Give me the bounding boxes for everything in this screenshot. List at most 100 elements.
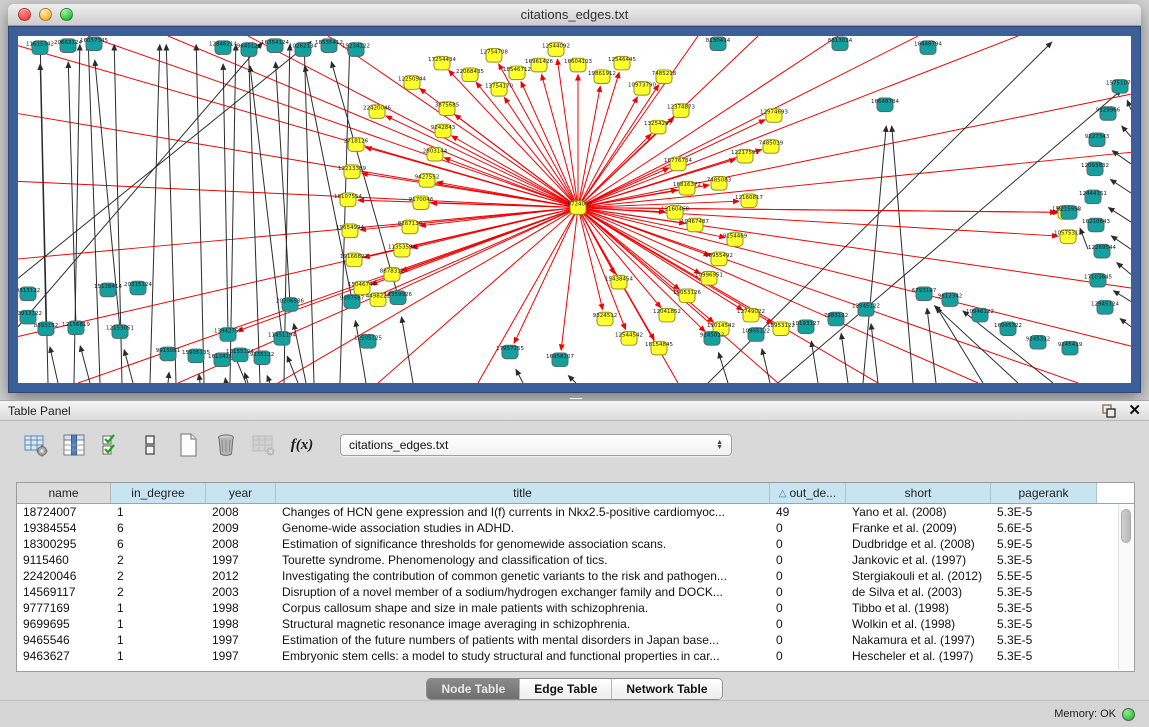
show-columns-button[interactable] <box>60 431 88 459</box>
network-node[interactable]: 17254434 <box>428 56 457 70</box>
network-node[interactable]: 8267130 <box>398 220 423 234</box>
network-node[interactable]: 12754708 <box>480 49 509 63</box>
network-node[interactable]: 15053126 <box>673 289 702 303</box>
table-row[interactable]: 946554611997Estimation of the future num… <box>17 632 1134 648</box>
network-node[interactable]: 9245012 <box>700 332 724 346</box>
network-node[interactable]: 12213389 <box>338 165 367 179</box>
network-node[interactable]: 12945122 <box>852 303 880 317</box>
column-header-name[interactable]: name <box>17 483 111 503</box>
network-node[interactable]: 9329966 <box>1096 107 1121 121</box>
network-node[interactable]: 16958107 <box>546 353 574 367</box>
network-node[interactable]: 16057345 <box>80 37 108 51</box>
network-node[interactable]: 7485039 <box>759 140 784 154</box>
network-node[interactable]: 12153051 <box>106 325 134 339</box>
network-node[interactable]: 15128414 <box>94 283 123 297</box>
table-row[interactable]: 946362711997Embryonic stem cells: a mode… <box>17 648 1134 664</box>
table-row[interactable]: 1456911722003Disruption of a novel membe… <box>17 584 1134 600</box>
network-node[interactable]: 12041852 <box>653 308 681 322</box>
network-node[interactable]: 12374873 <box>667 104 695 118</box>
network-node[interactable]: 10973790 <box>628 82 657 96</box>
network-node[interactable]: 9227343 <box>1085 133 1109 147</box>
table-row[interactable]: 977716911998Corpus callosum shape and si… <box>17 600 1134 616</box>
network-node[interactable]: 18535412 <box>315 39 343 53</box>
network-node[interactable]: 9324512 <box>593 312 617 326</box>
network-node[interactable]: 18546712 <box>503 66 531 80</box>
network-node[interactable]: 12160468 <box>661 206 690 220</box>
network-node[interactable]: 12156819 <box>62 321 91 335</box>
network-node[interactable]: 16354124 <box>261 39 290 53</box>
table-row[interactable]: 1872400712008Changes of HCN gene express… <box>17 504 1134 520</box>
network-node[interactable]: 17359926 <box>384 291 413 305</box>
network-node[interactable]: 11353594 <box>388 243 417 257</box>
select-columns-button[interactable] <box>98 431 126 459</box>
table-settings-button[interactable] <box>22 431 50 459</box>
network-node[interactable]: 12544092 <box>542 43 570 57</box>
memory-ok-icon[interactable] <box>1122 708 1135 721</box>
network-node[interactable]: 13254297 <box>644 120 672 134</box>
network-node[interactable]: 16604103 <box>564 58 592 72</box>
network-node[interactable]: 12160817 <box>735 194 763 208</box>
network-node[interactable]: 12546445 <box>608 56 636 70</box>
panel-resize-handle[interactable] <box>570 395 582 399</box>
network-node[interactable]: 7485083 <box>707 177 731 191</box>
network-node[interactable]: 7485218 <box>652 70 677 84</box>
network-node[interactable]: 18107554 <box>334 193 363 207</box>
network-node[interactable]: 9915061 <box>156 347 180 361</box>
network-node[interactable]: 18953122 <box>767 322 795 336</box>
network-node[interactable]: 20206536 <box>276 298 305 312</box>
network-node[interactable]: 15905135 <box>182 349 210 363</box>
minimize-window-button[interactable] <box>39 8 52 21</box>
network-node[interactable]: 9245312 <box>1026 336 1050 350</box>
network-node[interactable]: 12269544 <box>1088 244 1117 258</box>
network-node[interactable]: 20315124 <box>124 281 153 295</box>
delete-table-button[interactable] <box>250 431 278 459</box>
table-row[interactable]: 1830029562008Estimation of significance … <box>17 536 1134 552</box>
network-node[interactable]: 12217551 <box>731 149 759 163</box>
network-node[interactable]: 12505125 <box>354 335 382 349</box>
table-row[interactable]: 2242004622012Investigating the contribut… <box>17 568 1134 584</box>
column-header-title[interactable]: title <box>276 483 770 503</box>
network-node[interactable]: 10193127 <box>792 320 820 334</box>
network-node[interactable]: 11615342 <box>26 41 54 55</box>
network-node[interactable]: 3875685 <box>435 102 459 116</box>
network-node[interactable]: 16154845 <box>645 341 673 355</box>
network-node[interactable]: 12846214 <box>209 41 238 55</box>
network-node[interactable]: 2803144 <box>423 147 448 161</box>
network-node[interactable]: 16448794 <box>914 41 943 55</box>
column-header-pagerank[interactable]: pagerank <box>991 483 1097 503</box>
table-row[interactable]: 969969511998Structural magnetic resonanc… <box>17 616 1134 632</box>
network-node[interactable]: 22068435 <box>456 68 484 82</box>
table-row[interactable]: 911546021997Tourette syndrome. Phenomeno… <box>17 552 1134 568</box>
network-node[interactable]: 9097587 <box>340 295 364 309</box>
column-header-out_de[interactable]: △out_de... <box>770 483 846 503</box>
network-node[interactable]: 11451194 <box>268 332 297 346</box>
tab-network-table[interactable]: Network Table <box>612 679 721 699</box>
network-node[interactable]: 16210643 <box>1082 218 1110 232</box>
network-node[interactable]: 16816372 <box>673 181 701 195</box>
network-node[interactable]: 9242843 <box>431 124 455 138</box>
network-node[interactable]: 12945124 <box>1091 301 1120 315</box>
network-node[interactable]: 10262134 <box>289 43 318 57</box>
network-node[interactable]: 12093832 <box>1081 162 1109 176</box>
network-node[interactable]: 8813014 <box>828 37 853 51</box>
delete-column-button[interactable] <box>212 431 240 459</box>
close-icon[interactable]: ✕ <box>1128 404 1141 418</box>
network-node[interactable]: 16648784 <box>871 98 900 112</box>
close-window-button[interactable] <box>18 8 31 21</box>
network-node[interactable]: 2718126 <box>344 138 369 152</box>
function-builder-button[interactable]: f(x) <box>288 431 316 459</box>
network-canvas[interactable]: 2242004627181261221338918107554196549241… <box>18 36 1131 383</box>
network-node[interactable]: 12544542 <box>615 332 643 346</box>
network-node[interactable]: 19861912 <box>588 70 616 84</box>
float-window-icon[interactable] <box>1100 403 1118 419</box>
scrollbar-thumb[interactable] <box>1121 509 1131 543</box>
zoom-window-button[interactable] <box>60 8 73 21</box>
network-node[interactable]: 8878312 <box>380 268 404 282</box>
network-node[interactable]: 12444151 <box>1079 190 1107 204</box>
window-titlebar[interactable]: citations_edges.txt <box>8 4 1141 26</box>
column-header-year[interactable]: year <box>206 483 276 503</box>
row-mode-button[interactable] <box>136 431 164 459</box>
network-node[interactable]: 10965122 <box>742 328 770 342</box>
network-node[interactable]: 19166827 <box>340 253 368 267</box>
network-node[interactable]: 16945322 <box>994 322 1022 336</box>
